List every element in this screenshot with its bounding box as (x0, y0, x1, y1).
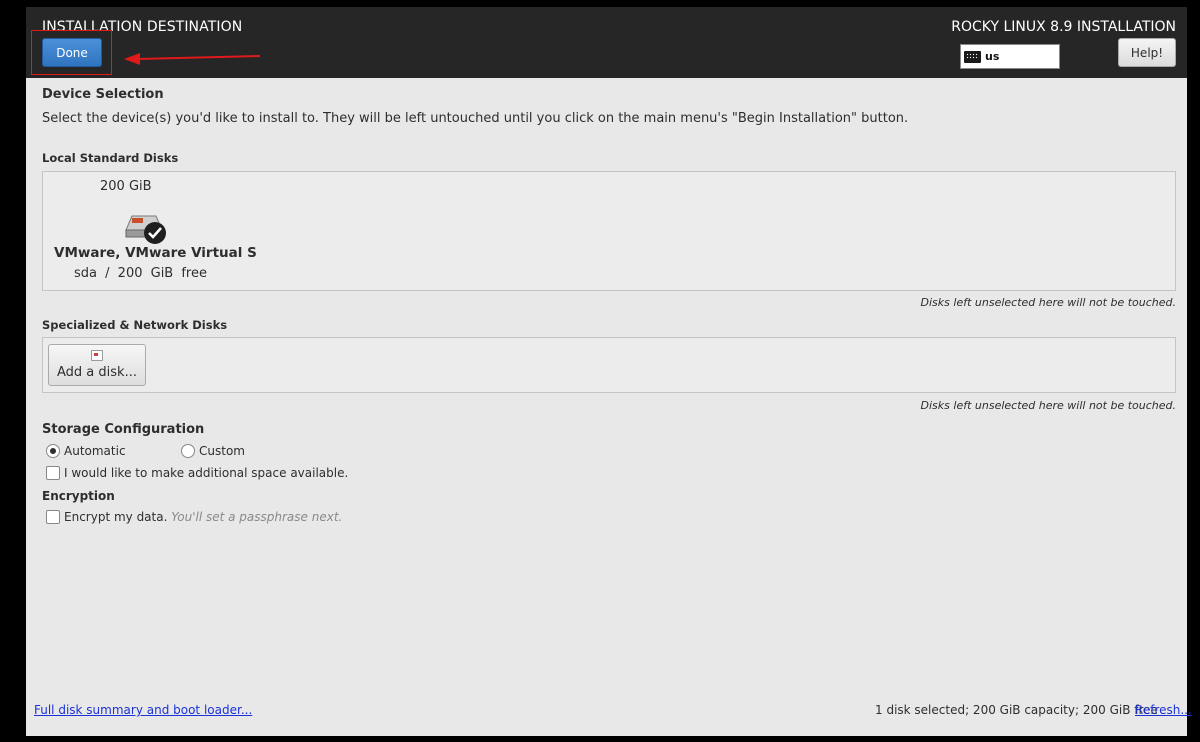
keyboard-layout-indicator[interactable]: us (960, 44, 1060, 69)
local-disks-title: Local Standard Disks (42, 151, 179, 165)
keyboard-layout-label: us (985, 50, 1000, 63)
annotation-arrow (124, 53, 261, 65)
network-disks-note: Disks left unselected here will not be t… (920, 399, 1176, 412)
automatic-label[interactable]: Automatic (64, 444, 126, 458)
disk-name: VMware, VMware Virtual S (54, 245, 257, 261)
product-title: ROCKY LINUX 8.9 INSTALLATION (951, 19, 1176, 35)
encrypt-label[interactable]: Encrypt my data. You'll set a passphrase… (64, 510, 342, 524)
disk-separator: / (105, 266, 110, 281)
annotation-highlight-box (31, 30, 112, 75)
custom-label[interactable]: Custom (199, 444, 245, 458)
network-disks-title: Specialized & Network Disks (42, 318, 228, 332)
refresh-link[interactable]: Refresh... (1135, 703, 1192, 717)
main-content: Device Selection Select the device(s) yo… (26, 78, 1192, 736)
encrypt-label-text: Encrypt my data. (64, 510, 168, 524)
disk-selection-status: 1 disk selected; 200 GiB capacity; 200 G… (875, 703, 1158, 717)
device-selection-title: Device Selection (42, 87, 164, 102)
additional-space-label[interactable]: I would like to make additional space av… (64, 466, 348, 480)
help-button[interactable]: Help! (1118, 38, 1176, 67)
device-selection-description: Select the device(s) you'd like to insta… (42, 111, 909, 126)
hard-disk-selected-icon (125, 215, 166, 244)
custom-radio[interactable] (181, 444, 195, 458)
add-disk-label: Add a disk... (57, 365, 137, 380)
network-disks-panel (42, 337, 1176, 393)
full-disk-summary-link[interactable]: Full disk summary and boot loader... (34, 703, 252, 717)
disk-add-icon (91, 350, 103, 361)
local-disks-panel (42, 171, 1176, 291)
storage-config-title: Storage Configuration (42, 422, 205, 437)
local-disks-note: Disks left unselected here will not be t… (920, 296, 1176, 309)
encrypt-hint: You'll set a passphrase next. (171, 510, 343, 524)
encrypt-checkbox[interactable] (46, 510, 60, 524)
disk-device: sda (74, 266, 97, 281)
add-disk-button[interactable]: Add a disk... (48, 344, 146, 386)
keyboard-icon (964, 50, 981, 63)
automatic-radio[interactable] (46, 444, 60, 458)
disk-size: 200 GiB (100, 179, 152, 194)
disk-free: 200 GiB free (117, 266, 207, 281)
additional-space-checkbox[interactable] (46, 466, 60, 480)
encryption-title: Encryption (42, 489, 115, 503)
header-bar: INSTALLATION DESTINATION ROCKY LINUX 8.9… (26, 7, 1187, 78)
disk-info: sda / 200 GiB free (74, 266, 207, 281)
